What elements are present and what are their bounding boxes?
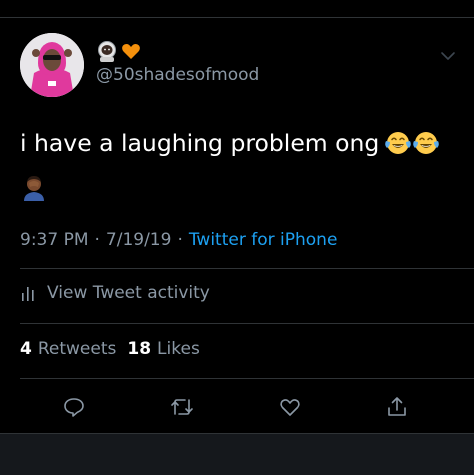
meta-separator: · <box>177 230 183 250</box>
tears-of-joy-emoji <box>413 130 440 156</box>
like-button[interactable] <box>275 392 305 422</box>
retweet-button[interactable] <box>167 392 197 422</box>
tweet-source-link[interactable]: Twitter for iPhone <box>189 230 338 250</box>
likes-stat[interactable]: 18 Likes <box>127 339 199 359</box>
display-name[interactable] <box>96 40 142 62</box>
meta-separator: · <box>94 230 100 250</box>
person-facepalming-emoji <box>20 173 48 201</box>
tweet-time: 9:37 PM <box>20 230 89 250</box>
chevron-down-icon[interactable] <box>440 50 456 62</box>
tweet-stats: 4 Retweets 18 Likes <box>20 339 200 359</box>
avatar-image <box>20 33 84 97</box>
tears-of-joy-emoji <box>385 130 412 156</box>
avatar[interactable] <box>20 33 84 97</box>
tweet-text-line: i have a laughing problem ong <box>20 128 440 158</box>
top-divider <box>0 17 474 18</box>
divider <box>20 378 474 379</box>
tweet-date: 7/19/19 <box>105 230 172 250</box>
likes-count: 18 <box>127 339 152 359</box>
bar-chart-icon <box>22 287 34 301</box>
retweets-count: 4 <box>20 339 32 359</box>
likes-label: Likes <box>157 339 200 359</box>
bottom-bar <box>0 433 474 475</box>
retweet-icon <box>171 399 193 415</box>
view-tweet-activity-button[interactable]: View Tweet activity <box>20 283 210 303</box>
retweets-stat[interactable]: 4 Retweets <box>20 339 116 359</box>
tweet-text: i have a laughing problem ong <box>20 129 380 157</box>
view-tweet-activity-label: View Tweet activity <box>47 283 210 303</box>
retweets-label: Retweets <box>37 339 117 359</box>
tweet-emojis <box>385 130 440 156</box>
divider <box>20 323 474 324</box>
like-icon <box>280 399 300 416</box>
orange-heart-emoji <box>120 40 142 62</box>
share-icon <box>388 397 406 416</box>
tweet-meta: 9:37 PM · 7/19/19 · Twitter for iPhone <box>20 230 337 250</box>
tweet-action-bar <box>0 392 474 422</box>
user-handle[interactable]: @50shadesofmood <box>96 65 259 85</box>
astronaut-emoji <box>96 40 118 62</box>
reply-button[interactable] <box>59 392 89 422</box>
divider <box>20 268 474 269</box>
reply-icon <box>64 398 84 417</box>
share-button[interactable] <box>382 392 412 422</box>
